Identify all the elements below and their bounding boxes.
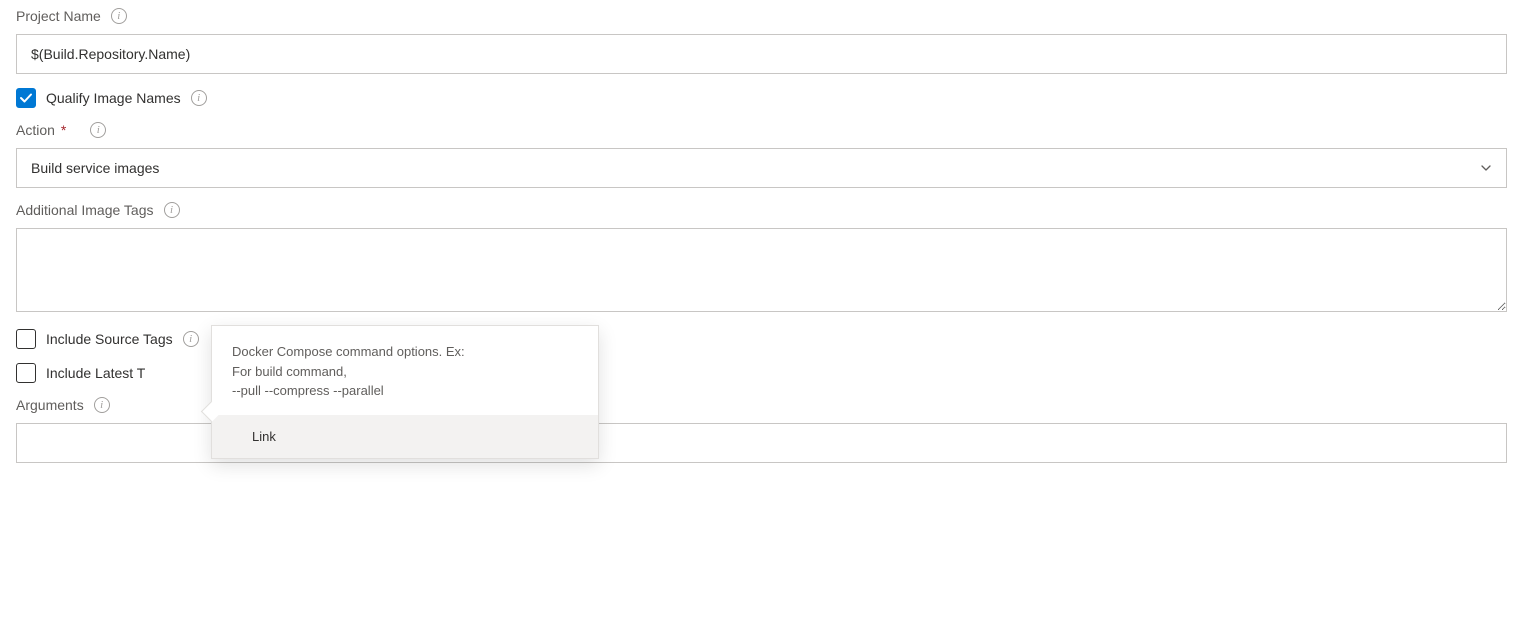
arguments-tooltip: Docker Compose command options. Ex: For …: [211, 325, 599, 459]
info-icon[interactable]: i: [191, 90, 207, 106]
additional-image-tags-label: Additional Image Tags: [16, 202, 154, 218]
include-source-tags-checkbox[interactable]: [16, 329, 36, 349]
include-latest-tag-label: Include Latest T: [46, 365, 145, 381]
tooltip-text: Docker Compose command options. Ex: For …: [212, 326, 598, 415]
qualify-image-names-checkbox[interactable]: [16, 88, 36, 108]
checkmark-icon: [19, 91, 33, 105]
include-source-tags-label: Include Source Tags: [46, 331, 173, 347]
action-select[interactable]: Build service images: [16, 148, 1507, 188]
tooltip-link[interactable]: Link: [212, 415, 598, 458]
action-value: Build service images: [31, 160, 159, 176]
info-icon[interactable]: i: [183, 331, 199, 347]
project-name-label: Project Name: [16, 8, 101, 24]
qualify-image-names-label: Qualify Image Names: [46, 90, 181, 106]
info-icon[interactable]: i: [164, 202, 180, 218]
action-label: Action: [16, 122, 55, 138]
info-icon[interactable]: i: [90, 122, 106, 138]
required-marker: *: [61, 122, 66, 138]
info-icon[interactable]: i: [94, 397, 110, 413]
include-latest-tag-checkbox[interactable]: [16, 363, 36, 383]
project-name-input[interactable]: [16, 34, 1507, 74]
additional-image-tags-input[interactable]: [16, 228, 1507, 312]
info-icon[interactable]: i: [111, 8, 127, 24]
arguments-label: Arguments: [16, 397, 84, 413]
